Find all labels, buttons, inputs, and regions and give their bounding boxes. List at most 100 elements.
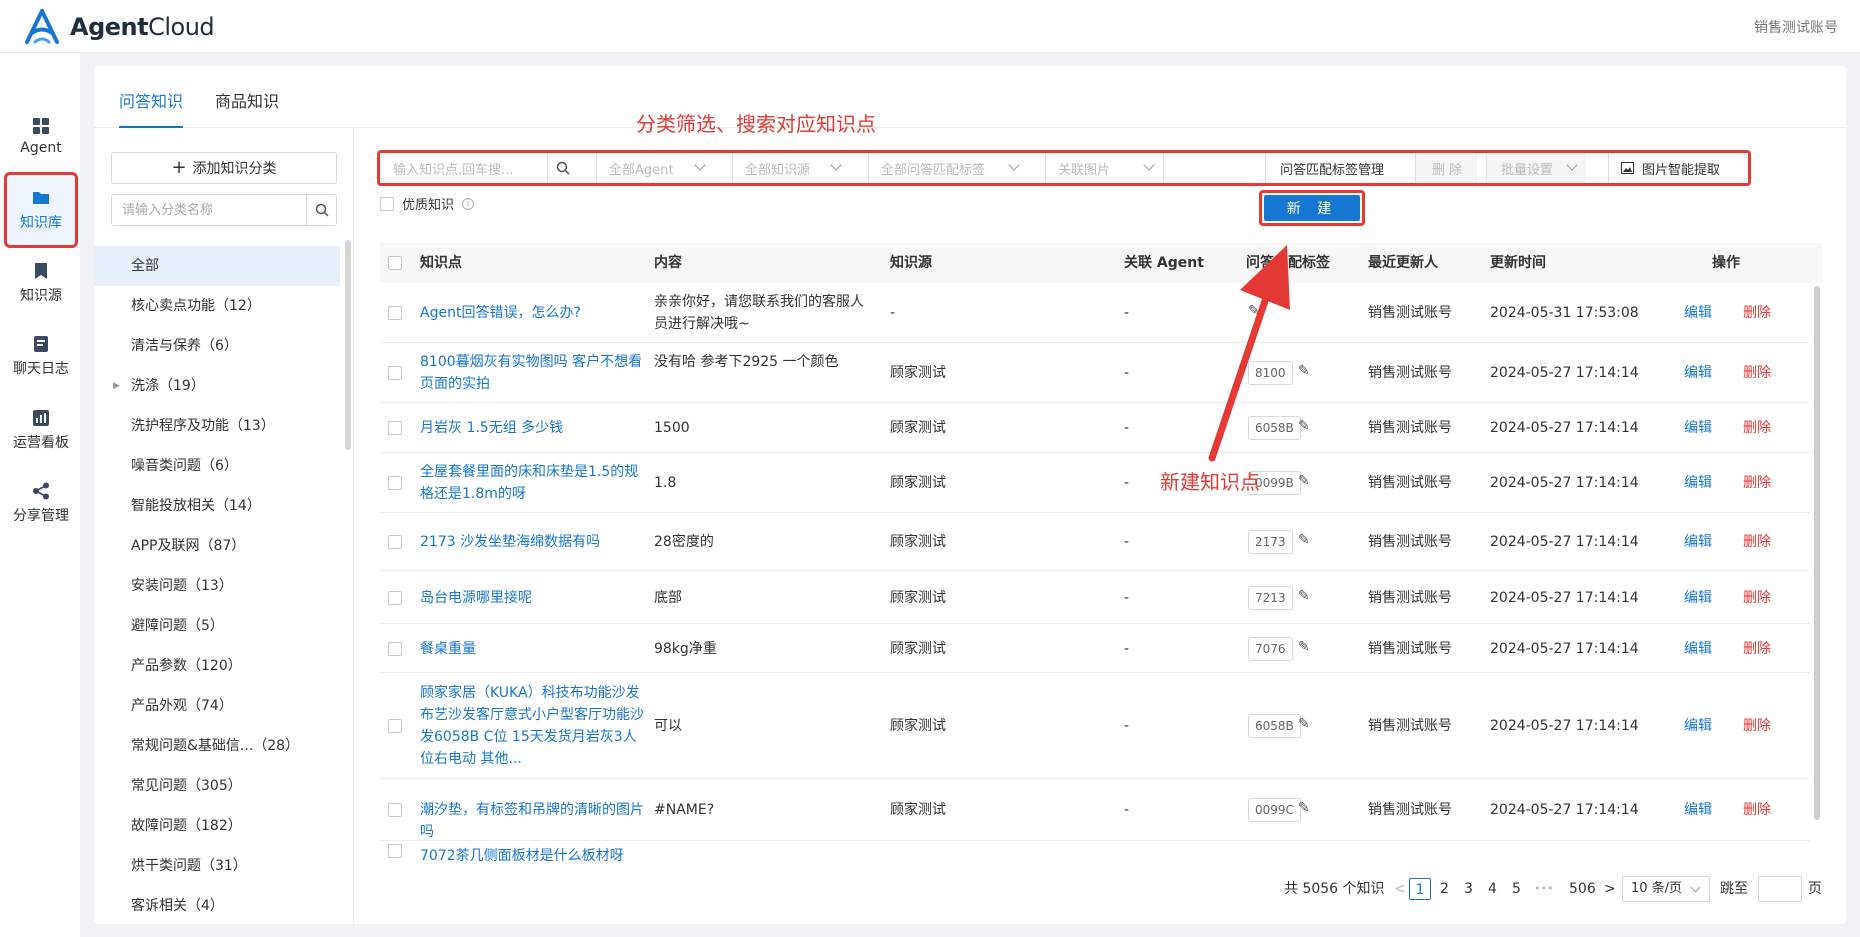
delete-row-button[interactable]: 删除 <box>1743 799 1771 821</box>
agent-select[interactable]: 全部Agent <box>596 153 714 183</box>
knowledge-link[interactable]: 餐桌重量 <box>420 638 644 660</box>
delete-row-button[interactable]: 删除 <box>1743 531 1771 553</box>
edit-button[interactable]: 编辑 <box>1684 362 1712 384</box>
page-button[interactable]: 2 <box>1440 878 1449 900</box>
knowledge-link[interactable]: 潮汐垫，有标签和吊牌的清晰的图片吗 <box>420 799 644 843</box>
row-checkbox[interactable] <box>388 366 402 380</box>
jump-input[interactable] <box>1758 876 1802 902</box>
row-checkbox[interactable] <box>388 719 402 733</box>
nav-item-chat-log[interactable]: 聊天日志 <box>4 320 78 392</box>
image-select[interactable]: 关联图片 <box>1045 153 1163 183</box>
next-page-button[interactable]: > <box>1604 878 1616 900</box>
row-checkbox[interactable] <box>388 844 402 858</box>
edit-button[interactable]: 编辑 <box>1684 799 1712 821</box>
category-item[interactable]: 避障问题（5） <box>94 606 340 646</box>
add-category-button[interactable]: + 添加知识分类 <box>111 152 337 184</box>
app-logo[interactable]: AgentCloud <box>22 8 215 46</box>
batch-settings-button[interactable]: 批量设置 <box>1486 153 1586 183</box>
page-size-select[interactable]: 10 条/页 <box>1622 876 1710 902</box>
knowledge-link[interactable]: 全屋套餐里面的床和床垫是1.5的规格还是1.8m的呀 <box>420 461 644 505</box>
knowledge-link[interactable]: 2173 沙发坐垫海绵数据有吗 <box>420 531 644 553</box>
quality-checkbox[interactable] <box>380 196 394 211</box>
category-item[interactable]: 故障问题（182） <box>94 806 340 846</box>
new-knowledge-button[interactable]: 新 建 <box>1264 195 1360 221</box>
category-item[interactable]: 安装问题（13） <box>94 566 340 606</box>
edit-button[interactable]: 编辑 <box>1684 302 1712 324</box>
category-item[interactable]: 常规问题&基础信...（28） <box>94 726 340 766</box>
tab-qa-knowledge[interactable]: 问答知识 <box>119 88 184 128</box>
edit-tag-icon[interactable]: ✎ <box>1298 800 1310 816</box>
category-item[interactable]: 产品参数（120） <box>94 646 340 686</box>
edit-button[interactable]: 编辑 <box>1684 587 1712 609</box>
page-button[interactable]: 5 <box>1512 878 1521 900</box>
delete-row-button[interactable]: 删除 <box>1743 362 1771 384</box>
category-search-button[interactable] <box>306 195 336 225</box>
edit-button[interactable]: 编辑 <box>1684 715 1712 737</box>
tab-product-knowledge[interactable]: 商品知识 <box>215 88 279 128</box>
category-item-all[interactable]: 全部 <box>94 246 340 286</box>
delete-row-button[interactable]: 删除 <box>1743 638 1771 660</box>
edit-tag-icon[interactable]: ✎ <box>1298 532 1310 548</box>
row-checkbox[interactable] <box>388 476 402 490</box>
category-item[interactable]: APP及联网（87） <box>94 526 340 566</box>
edit-tag-icon[interactable]: ✎ <box>1298 418 1310 434</box>
knowledge-link[interactable]: 8100暮烟灰有实物图吗 客户不想看页面的实拍 <box>420 351 644 395</box>
page-ellipsis[interactable]: ••• <box>1534 878 1553 900</box>
page-button-current[interactable]: 1 <box>1409 878 1431 900</box>
row-checkbox[interactable] <box>388 591 402 605</box>
category-item[interactable]: 烘干类问题（31） <box>94 846 340 886</box>
source-select[interactable]: 全部知识源 <box>732 153 850 183</box>
info-icon[interactable]: i <box>462 197 475 210</box>
edit-tag-icon[interactable]: ✎ <box>1298 363 1310 379</box>
row-checkbox[interactable] <box>388 642 402 656</box>
knowledge-link[interactable]: 顾家家居（KUKA）科技布功能沙发布艺沙发客厅意式小户型客厅功能沙发6058B … <box>420 682 644 770</box>
edit-tag-icon[interactable]: ✎ <box>1248 303 1260 319</box>
knowledge-link[interactable]: 月岩灰 1.5无组 多少钱 <box>420 417 644 439</box>
edit-button[interactable]: 编辑 <box>1684 531 1712 553</box>
quality-filter[interactable]: 优质知识 i <box>380 194 475 213</box>
account-name[interactable]: 销售测试账号 <box>1754 17 1838 37</box>
category-item[interactable]: 客诉相关（4） <box>94 886 340 926</box>
nav-item-share[interactable]: 分享管理 <box>4 467 78 539</box>
category-item[interactable]: 噪音类问题（6） <box>94 446 340 486</box>
category-item[interactable]: 清洁与保养（6） <box>94 326 340 366</box>
category-search-input[interactable] <box>112 195 306 225</box>
prev-page-button[interactable]: < <box>1394 878 1406 900</box>
delete-row-button[interactable]: 删除 <box>1743 587 1771 609</box>
tag-manage-button[interactable]: 问答匹配标签管理 <box>1265 153 1407 183</box>
edit-tag-icon[interactable]: ✎ <box>1298 639 1310 655</box>
nav-item-knowledge-source[interactable]: 知识源 <box>4 247 78 319</box>
delete-button[interactable]: 删 除 <box>1415 153 1477 183</box>
table-scrollbar[interactable] <box>1814 286 1820 820</box>
category-item[interactable]: 核心卖点功能（12） <box>94 286 340 326</box>
delete-row-button[interactable]: 删除 <box>1743 472 1771 494</box>
knowledge-search-button[interactable] <box>547 153 579 183</box>
page-button[interactable]: 506 <box>1569 878 1596 900</box>
image-extract-button[interactable]: 图片智能提取 <box>1608 153 1748 183</box>
edit-tag-icon[interactable]: ✎ <box>1298 588 1310 604</box>
delete-row-button[interactable]: 删除 <box>1743 417 1771 439</box>
knowledge-link[interactable]: 7072茶几侧面板材是什么板材呀 <box>420 845 644 861</box>
nav-item-knowledge-base[interactable]: 知识库 <box>4 172 78 248</box>
page-button[interactable]: 3 <box>1464 878 1473 900</box>
edit-button[interactable]: 编辑 <box>1684 417 1712 439</box>
row-checkbox[interactable] <box>388 421 402 435</box>
category-item[interactable]: 常见问题（305） <box>94 766 340 806</box>
delete-row-button[interactable]: 删除 <box>1743 715 1771 737</box>
category-item[interactable]: 产品外观（74） <box>94 686 340 726</box>
row-checkbox[interactable] <box>388 306 402 320</box>
knowledge-link[interactable]: Agent回答错误，怎么办? <box>420 302 644 324</box>
tag-select[interactable]: 全部问答匹配标签 <box>868 153 1028 183</box>
nav-item-agent[interactable]: Agent <box>4 100 78 172</box>
edit-tag-icon[interactable]: ✎ <box>1298 473 1310 489</box>
select-all-checkbox[interactable] <box>388 256 402 270</box>
row-checkbox[interactable] <box>388 535 402 549</box>
edit-tag-icon[interactable]: ✎ <box>1298 716 1310 732</box>
category-scrollbar[interactable] <box>345 240 351 450</box>
category-item[interactable]: 智能投放相关（14） <box>94 486 340 526</box>
knowledge-search[interactable]: 输入知识点,回车搜... <box>381 153 547 183</box>
knowledge-link[interactable]: 岛台电源哪里接呢 <box>420 587 644 609</box>
category-item-expandable[interactable]: ▶ 洗涤（19） <box>94 366 340 406</box>
delete-row-button[interactable]: 删除 <box>1743 302 1771 324</box>
row-checkbox[interactable] <box>388 803 402 817</box>
